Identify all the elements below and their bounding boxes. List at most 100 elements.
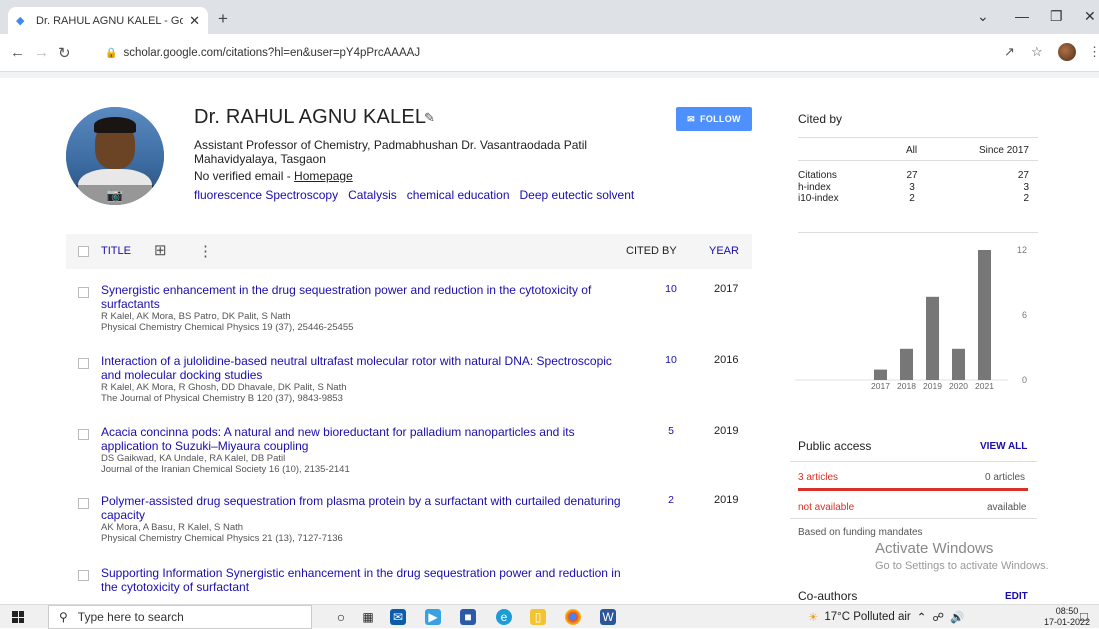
table-row: Supporting Information Synergistic enhan… (66, 566, 752, 602)
maximize-icon[interactable]: ❐ (1050, 8, 1063, 25)
close-window-icon[interactable]: ✕ (1084, 8, 1096, 25)
more-options-icon[interactable]: ⋮ (198, 242, 213, 260)
camera-icon[interactable]: 📷 (66, 185, 164, 205)
article-title-link[interactable]: Interaction of a julolidine-based neutra… (101, 354, 626, 382)
follow-button[interactable]: ✉ FOLLOW (676, 107, 752, 131)
sort-by-title[interactable]: TITLE (101, 245, 131, 257)
notifications-icon[interactable]: □ (1080, 609, 1088, 624)
metric-since: 3 (1023, 181, 1029, 193)
article-authors: DS Gaikwad, KA Undale, RA Kalel, DB Pati… (101, 453, 286, 464)
chart-bar[interactable] (926, 296, 939, 380)
cited-count-link[interactable]: 2 (656, 494, 686, 506)
chart-bar[interactable] (978, 250, 991, 380)
network-icon[interactable]: ☍ (932, 610, 944, 624)
col-since: Since 2017 (978, 145, 1029, 156)
metric-label: h-index (798, 181, 831, 193)
citation-row: i10-index 2 2 (798, 193, 1038, 205)
cortana-icon[interactable]: ○ (333, 609, 349, 625)
back-icon[interactable]: ← (10, 44, 25, 61)
close-tab-icon[interactable]: ✕ (189, 13, 200, 29)
menu-dots-icon[interactable]: ⋮ (1088, 44, 1099, 60)
citations-per-year-chart: 2017 2018 2019 2020 2021 12 6 0 (795, 245, 1027, 391)
cited-count-link[interactable]: 10 (656, 354, 686, 366)
article-authors: AK Mora, A Basu, R Kalel, S Nath (101, 522, 244, 533)
forward-icon[interactable]: → (34, 44, 49, 61)
row-checkbox[interactable] (78, 498, 89, 509)
article-year: 2017 (714, 283, 739, 295)
follow-label: FOLLOW (700, 114, 741, 124)
activate-windows-watermark: Activate Windows (875, 540, 994, 557)
cited-count-link[interactable]: 10 (656, 283, 686, 295)
reload-icon[interactable]: ↻ (58, 44, 71, 62)
file-explorer-icon[interactable]: ▯ (530, 609, 546, 625)
cited-by-header: CITED BY (626, 245, 677, 257)
search-icon: ⚲ (59, 610, 68, 624)
add-article-icon[interactable]: ⊞ (154, 241, 167, 259)
browser-toolbar: ← → ↻ 🔒 scholar.google.com/citations?hl=… (0, 34, 1099, 72)
chart-bar[interactable] (874, 369, 887, 380)
homepage-link[interactable]: Homepage (294, 169, 353, 183)
profile-photo[interactable]: 📷 (66, 107, 164, 205)
tab-title: Dr. RAHUL AGNU KALEL - Googl (36, 14, 184, 27)
windows-start-icon[interactable] (12, 611, 24, 623)
store-icon[interactable]: ■ (460, 609, 476, 625)
chart-bar[interactable] (952, 348, 965, 380)
chart-x-tick-label: 2019 (923, 381, 942, 391)
article-title-link[interactable]: Supporting Information Synergistic enhan… (101, 566, 626, 594)
cited-by-title: Cited by (798, 112, 843, 126)
interest-link[interactable]: Catalysis (348, 188, 397, 202)
chart-x-tick-label: 2018 (897, 381, 916, 391)
article-year: 2016 (714, 354, 739, 366)
row-checkbox[interactable] (78, 429, 89, 440)
public-access-bar (798, 488, 1028, 491)
minimize-icon[interactable]: — (1015, 8, 1029, 24)
edit-pencil-icon[interactable]: ✎ (424, 110, 435, 126)
tab-search-icon[interactable]: ⌄ (977, 8, 989, 25)
row-checkbox[interactable] (78, 287, 89, 298)
lock-icon: 🔒 (105, 47, 118, 59)
article-venue: Physical Chemistry Chemical Physics 21 (… (101, 533, 343, 544)
coauthors-edit-link[interactable]: EDIT (1005, 591, 1028, 602)
metric-all: 3 (909, 181, 915, 193)
metric-label: i10-index (798, 193, 839, 204)
share-icon[interactable]: ↗ (1004, 44, 1015, 60)
article-year: 2019 (714, 425, 739, 437)
article-title-link[interactable]: Synergistic enhancement in the drug sequ… (101, 283, 626, 311)
profile-affiliation: Assistant Professor of Chemistry, Padmab… (194, 138, 588, 166)
chart-x-tick-label: 2020 (949, 381, 968, 391)
row-checkbox[interactable] (78, 358, 89, 369)
unavailable-count: 3 articles (798, 472, 839, 483)
volume-icon[interactable]: 🔊 (950, 610, 964, 624)
windows-taskbar: ⚲ Type here to search ○ ▦ ✉ ▶ ■ e ▯ W ☀ … (0, 604, 1099, 629)
new-tab-icon[interactable]: + (218, 9, 228, 29)
row-checkbox[interactable] (78, 570, 89, 581)
interest-link[interactable]: fluorescence Spectroscopy (194, 188, 338, 202)
article-authors: R Kalel, AK Mora, R Ghosh, DD Dhavale, D… (101, 382, 347, 393)
word-icon[interactable]: W (600, 609, 616, 625)
article-title-link[interactable]: Polymer-assisted drug sequestration from… (101, 494, 626, 522)
view-all-link[interactable]: VIEW ALL (980, 441, 1027, 452)
weather-icon: ☀ (808, 612, 819, 624)
browser-tab[interactable]: ◆ Dr. RAHUL AGNU KALEL - Googl ✕ (8, 7, 208, 34)
mail-app-icon[interactable]: ✉ (390, 609, 406, 625)
tray-chevron-icon[interactable]: ⌃ (917, 610, 927, 624)
interest-link[interactable]: Deep eutectic solvent (520, 188, 635, 202)
col-all: All (906, 145, 918, 156)
chart-x-tick-label: 2017 (871, 381, 890, 391)
bookmark-star-icon[interactable]: ☆ (1031, 44, 1043, 60)
profile-avatar-icon[interactable] (1058, 43, 1076, 61)
app-icon[interactable]: ▶ (425, 609, 441, 625)
chart-bar[interactable] (900, 348, 913, 380)
scholar-favicon-icon: ◆ (16, 14, 25, 27)
cited-count-link[interactable]: 5 (656, 425, 686, 437)
address-bar[interactable]: 🔒 scholar.google.com/citations?hl=en&use… (95, 40, 1015, 66)
activate-windows-subtext: Go to Settings to activate Windows. (875, 560, 1049, 572)
edge-icon[interactable]: e (496, 609, 512, 625)
chrome-icon[interactable] (565, 609, 581, 625)
taskbar-search[interactable]: ⚲ Type here to search (48, 605, 312, 629)
sort-by-year[interactable]: YEAR (709, 245, 739, 257)
task-view-icon[interactable]: ▦ (360, 609, 376, 625)
select-all-checkbox[interactable] (78, 246, 89, 257)
interest-link[interactable]: chemical education (407, 188, 510, 202)
article-title-link[interactable]: Acacia concinna pods: A natural and new … (101, 425, 626, 453)
